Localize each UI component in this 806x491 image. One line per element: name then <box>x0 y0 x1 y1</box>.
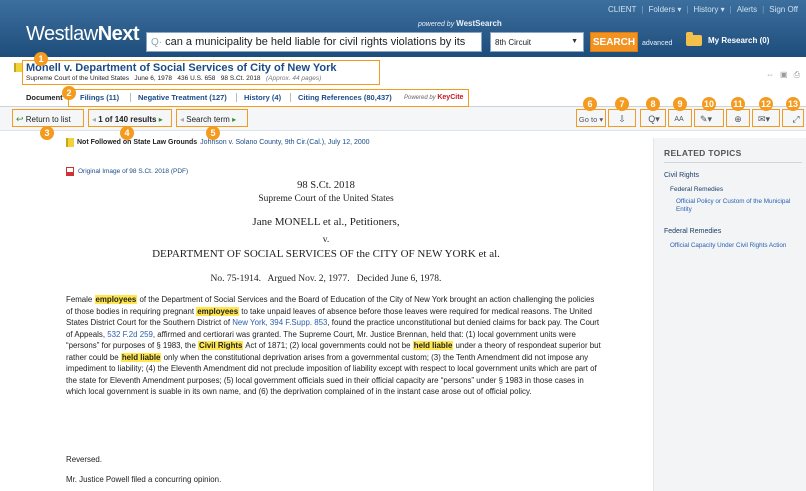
advanced-search-link[interactable]: advanced <box>642 40 672 47</box>
red-flag-icon <box>14 63 22 72</box>
callout-number-12: 12 <box>759 97 773 111</box>
callout-box-10 <box>694 109 724 127</box>
folders-label: Folders <box>648 5 676 14</box>
search-input[interactable] <box>165 36 481 48</box>
westlaw-logo[interactable]: WestlawNext <box>26 23 140 46</box>
title-actions: ⇔ ▣ ⎙ <box>766 70 800 80</box>
topic-link-official-policy[interactable]: Official Policy or Custom of the Municip… <box>676 198 790 214</box>
opinion-court: Supreme Court of the United States <box>258 194 394 204</box>
share-icon[interactable]: ⇔ <box>766 70 774 80</box>
sign-off-link[interactable]: Sign Off <box>769 5 798 14</box>
search-icon: Q· <box>151 36 163 48</box>
keycite-status: Not Followed on State Law Grounds Johnso… <box>66 138 370 147</box>
synopsis-text: Female <box>66 295 95 304</box>
powered-by-label: powered by <box>418 21 455 28</box>
original-image-label: Original Image of 98 S.Ct. 2018 (PDF) <box>78 168 189 175</box>
concurring-note: Mr. Justice Powell filed a concurring op… <box>66 475 222 484</box>
topic-link-line: Official Policy or Custom of the Municip… <box>676 198 791 205</box>
divider <box>664 162 802 163</box>
topic-civil-rights[interactable]: Civil Rights <box>664 172 699 179</box>
topic-federal-remedies[interactable]: Federal Remedies <box>664 228 721 235</box>
opinion-citation: 98 S.Ct. 2018 <box>297 180 355 191</box>
opinion-respondents: DEPARTMENT OF SOCIAL SERVICES OF the CIT… <box>152 248 500 260</box>
tab-document[interactable]: Document <box>26 93 63 102</box>
original-image-link[interactable]: Original Image of 98 S.Ct. 2018 (PDF) <box>66 167 188 176</box>
search-term-highlight[interactable]: held liable <box>120 352 162 362</box>
app-header: CLIENT | Folders ▾ | History ▾ | Alerts | Si… <box>0 0 806 57</box>
save-icon[interactable]: ▣ <box>780 70 788 80</box>
topic-link-line: Entity <box>676 206 692 213</box>
callout-box-12 <box>752 109 780 127</box>
opinion-versus: v. <box>322 235 330 245</box>
jurisdiction-select[interactable]: 8th Circuit ▼ <box>490 32 584 52</box>
callout-box-3 <box>12 109 84 127</box>
callout-box-6 <box>576 109 606 127</box>
top-links: CLIENT | Folders ▾ | History ▾ | Alerts | Si… <box>608 5 798 14</box>
callout-box-7 <box>608 109 636 127</box>
print-icon[interactable]: ⎙ <box>794 70 800 80</box>
callout-box-9 <box>668 109 692 127</box>
callout-number-11: 11 <box>731 97 745 111</box>
callout-box-8 <box>640 109 666 127</box>
synopsis-text: Act of 1871; (2) local governments could… <box>243 341 413 350</box>
callout-number-9: 9 <box>673 97 687 111</box>
search-box[interactable]: Q· <box>146 32 482 52</box>
callout-number-7: 7 <box>615 97 629 111</box>
status-label: Not Followed on State Law Grounds <box>77 139 198 146</box>
citation-link[interactable]: New York, 394 F.Supp. 853 <box>232 318 327 327</box>
folder-icon <box>686 32 702 46</box>
opinion-dates: No. 75-1914. Argued Nov. 2, 1977. Decide… <box>210 274 442 284</box>
topic-link-official-capacity[interactable]: Official Capacity Under Civil Rights Act… <box>670 242 786 250</box>
search-term-highlight[interactable]: employees <box>94 295 138 304</box>
search-button[interactable]: SEARCH <box>590 32 638 52</box>
folders-menu[interactable]: Folders ▾ <box>648 5 681 14</box>
callout-number-2: 2 <box>62 86 76 100</box>
search-term-highlight[interactable]: Civil Rights <box>198 341 244 350</box>
logo-main: Westlaw <box>26 23 98 45</box>
my-research-link[interactable]: My Research (0) <box>686 32 770 46</box>
separator: | <box>641 5 644 14</box>
powered-by: powered by WestSearch <box>418 19 502 28</box>
pdf-icon <box>66 167 74 176</box>
topic-federal-remedies-sub[interactable]: Federal Remedies <box>670 186 723 193</box>
yellow-flag-icon <box>66 138 74 147</box>
callout-box-11 <box>726 109 750 127</box>
related-topics-heading: RELATED TOPICS <box>664 148 742 158</box>
history-label: History <box>693 5 719 14</box>
separator: | <box>686 5 689 14</box>
callout-box-13 <box>782 109 804 127</box>
callout-number-3: 3 <box>40 126 54 140</box>
separator: | <box>729 5 732 14</box>
callout-box-4 <box>88 109 172 127</box>
callout-number-8: 8 <box>646 97 660 111</box>
citation-link[interactable]: 532 F.2d 259 <box>107 330 153 339</box>
callout-number-6: 6 <box>583 97 597 111</box>
history-menu[interactable]: History ▾ <box>693 5 724 14</box>
chevron-down-icon: ▼ <box>571 38 578 45</box>
callout-number-10: 10 <box>702 97 716 111</box>
callout-box-5 <box>176 109 248 127</box>
disposition: Reversed. <box>66 455 102 464</box>
separator: | <box>762 5 765 14</box>
jurisdiction-value: 8th Circuit <box>495 38 532 47</box>
my-research-label: My Research (0) <box>708 36 770 45</box>
logo-next: Next <box>97 23 140 45</box>
westsearch-brand: WestSearch <box>456 19 502 28</box>
client-link[interactable]: CLIENT <box>608 5 636 14</box>
related-topics-panel: RELATED TOPICS Civil Rights Federal Reme… <box>653 138 806 491</box>
alerts-link[interactable]: Alerts <box>737 5 757 14</box>
opinion-petitioners: Jane MONELL et al., Petitioners, <box>252 216 400 228</box>
callout-box-2 <box>68 89 469 107</box>
search-term-highlight[interactable]: employees <box>196 306 240 316</box>
callout-number-1: 1 <box>34 52 48 66</box>
status-citation-link[interactable]: Johnson v. Solano County, 9th Cir.(Cal.)… <box>200 139 369 146</box>
case-synopsis: Female employees of the Department of So… <box>66 294 602 398</box>
callout-number-13: 13 <box>786 97 800 111</box>
search-term-highlight[interactable]: held liable <box>412 341 454 350</box>
callout-box-1 <box>22 60 380 85</box>
